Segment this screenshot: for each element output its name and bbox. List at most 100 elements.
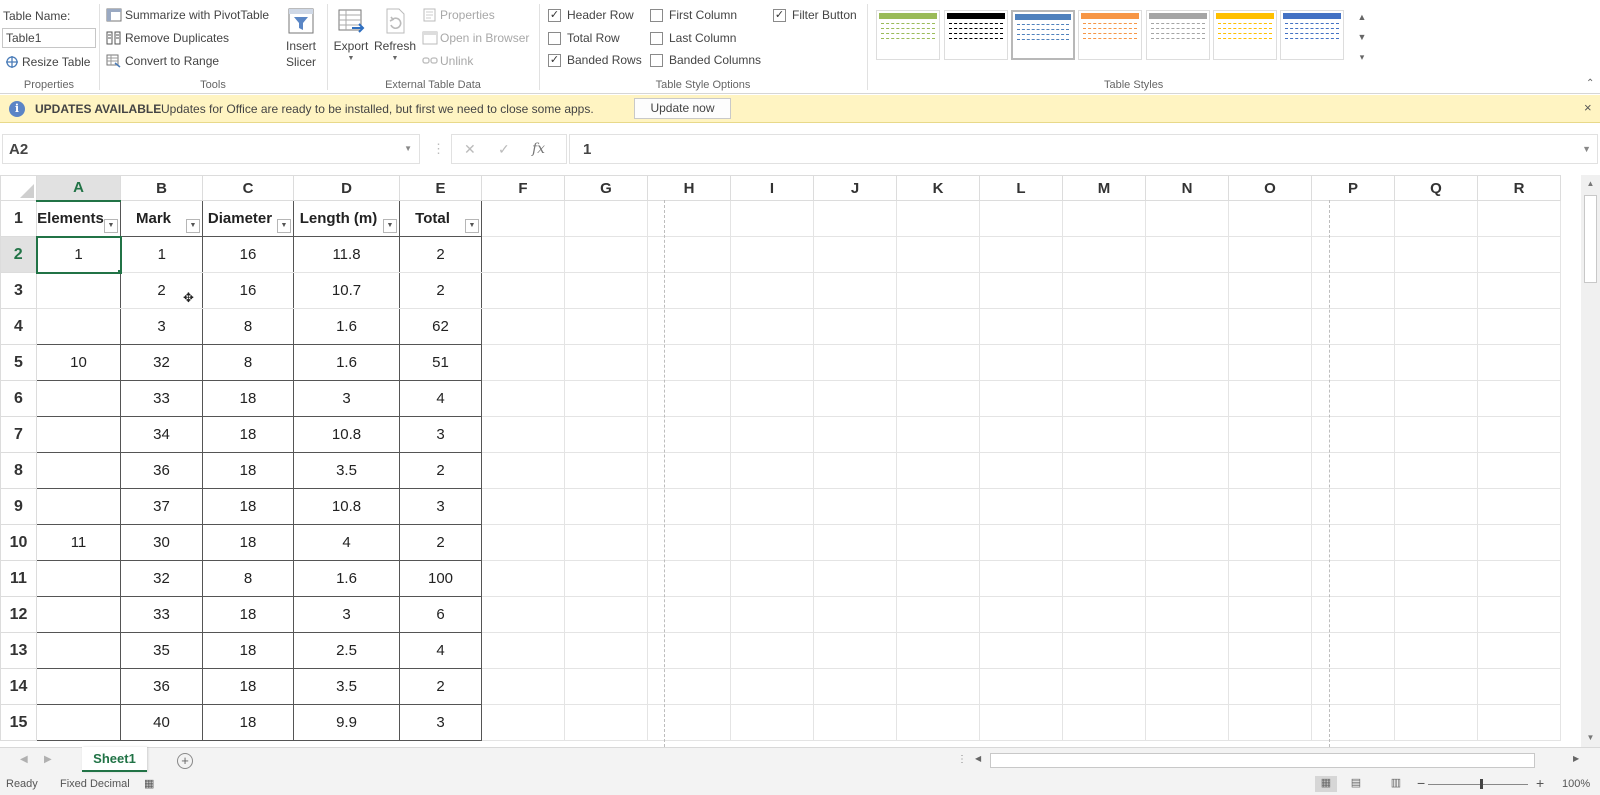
macro-record-icon[interactable]: ▦ xyxy=(144,777,154,790)
empty-cell[interactable] xyxy=(647,308,731,345)
empty-cell[interactable] xyxy=(1228,488,1312,525)
empty-cell[interactable] xyxy=(564,524,648,561)
empty-cell[interactable] xyxy=(730,596,814,633)
empty-cell[interactable] xyxy=(1228,524,1312,561)
empty-cell[interactable] xyxy=(730,452,814,489)
empty-cell[interactable] xyxy=(1145,524,1229,561)
row-header[interactable]: 13 xyxy=(0,632,37,669)
horizontal-scrollbar[interactable] xyxy=(990,753,1535,768)
empty-cell[interactable] xyxy=(896,452,980,489)
empty-cell[interactable] xyxy=(1311,560,1395,597)
empty-cell[interactable] xyxy=(979,452,1063,489)
empty-cell[interactable] xyxy=(896,308,980,345)
table-cell[interactable]: 4 xyxy=(293,524,400,561)
table-cell[interactable]: 6 xyxy=(399,596,482,633)
empty-cell[interactable] xyxy=(1228,380,1312,417)
table-cell[interactable]: 3.5 xyxy=(293,668,400,705)
empty-cell[interactable] xyxy=(1228,272,1312,309)
empty-cell[interactable] xyxy=(1062,524,1146,561)
row-header[interactable]: 6 xyxy=(0,380,37,417)
empty-cell[interactable] xyxy=(647,488,731,525)
empty-cell[interactable] xyxy=(979,704,1063,741)
table-style-swatch[interactable] xyxy=(1078,10,1142,60)
empty-cell[interactable] xyxy=(1145,596,1229,633)
table-cell[interactable]: 3 xyxy=(399,488,482,525)
filter-dropdown-icon[interactable]: ▼ xyxy=(277,219,291,233)
table-cell[interactable]: 32 xyxy=(120,560,203,597)
row-header[interactable]: 11 xyxy=(0,560,37,597)
insert-function-icon[interactable]: fx xyxy=(532,141,545,157)
row-header[interactable]: 5 xyxy=(0,344,37,381)
table-cell[interactable]: 11.8 xyxy=(293,236,400,273)
empty-cell[interactable] xyxy=(1311,668,1395,705)
table-cell[interactable]: 18 xyxy=(202,668,294,705)
empty-cell[interactable] xyxy=(813,380,897,417)
zoom-out-icon[interactable]: − xyxy=(1417,775,1425,791)
table-cell[interactable]: 36 xyxy=(120,452,203,489)
table-cell[interactable]: 16 xyxy=(202,236,294,273)
empty-cell[interactable] xyxy=(1394,380,1478,417)
empty-cell[interactable] xyxy=(1477,416,1561,453)
empty-cell[interactable] xyxy=(1145,272,1229,309)
table-style-swatch[interactable] xyxy=(1280,10,1344,60)
empty-cell[interactable] xyxy=(1311,596,1395,633)
empty-cell[interactable] xyxy=(730,236,814,273)
column-header[interactable]: F xyxy=(481,175,565,201)
empty-cell[interactable] xyxy=(564,200,648,237)
table-cell[interactable]: 18 xyxy=(202,704,294,741)
empty-cell[interactable] xyxy=(813,308,897,345)
unlink-button[interactable]: Unlink xyxy=(422,53,534,71)
empty-cell[interactable] xyxy=(1394,272,1478,309)
table-cell[interactable]: 18 xyxy=(202,452,294,489)
empty-cell[interactable] xyxy=(481,704,565,741)
table-cell[interactable]: 11 xyxy=(36,524,121,561)
empty-cell[interactable] xyxy=(979,632,1063,669)
empty-cell[interactable] xyxy=(1394,416,1478,453)
empty-cell[interactable] xyxy=(813,668,897,705)
table-cell[interactable] xyxy=(36,704,121,741)
empty-cell[interactable] xyxy=(481,236,565,273)
empty-cell[interactable] xyxy=(813,596,897,633)
gallery-scroll-down-icon[interactable]: ▼ xyxy=(1355,28,1369,46)
table-cell[interactable]: 18 xyxy=(202,632,294,669)
table-cell[interactable] xyxy=(36,560,121,597)
table-header-cell[interactable]: Total ▼ xyxy=(399,200,482,237)
column-header[interactable]: H xyxy=(647,175,731,201)
first-column-checkbox[interactable] xyxy=(650,9,663,22)
table-cell[interactable]: 37 xyxy=(120,488,203,525)
empty-cell[interactable] xyxy=(1394,236,1478,273)
table-header-cell[interactable]: Elements ▼ xyxy=(36,200,121,237)
empty-cell[interactable] xyxy=(730,704,814,741)
banded-rows-option[interactable]: ✓ Banded Rows xyxy=(548,52,642,70)
empty-cell[interactable] xyxy=(1145,236,1229,273)
empty-cell[interactable] xyxy=(564,632,648,669)
table-cell[interactable]: 3 xyxy=(293,380,400,417)
hscroll-right-icon[interactable]: ▶ xyxy=(1573,754,1579,763)
enter-icon[interactable]: ✓ xyxy=(498,141,510,158)
empty-cell[interactable] xyxy=(647,632,731,669)
empty-cell[interactable] xyxy=(1477,524,1561,561)
table-cell[interactable]: 33 xyxy=(120,380,203,417)
table-cell[interactable]: 1.6 xyxy=(293,308,400,345)
column-header[interactable]: Q xyxy=(1394,175,1478,201)
empty-cell[interactable] xyxy=(896,488,980,525)
empty-cell[interactable] xyxy=(481,380,565,417)
row-header[interactable]: 7 xyxy=(0,416,37,453)
empty-cell[interactable] xyxy=(1311,488,1395,525)
chevron-down-icon[interactable]: ▼ xyxy=(404,144,412,153)
table-cell[interactable]: 30 xyxy=(120,524,203,561)
formula-bar-resize-handle[interactable]: ⋮ xyxy=(432,141,445,157)
empty-cell[interactable] xyxy=(730,200,814,237)
worksheet-grid[interactable]: ABCDEFGHIJKLMNOPQR 1 Elements ▼ Mark ▼ Diamet… xyxy=(0,175,1580,747)
empty-cell[interactable] xyxy=(1062,200,1146,237)
empty-cell[interactable] xyxy=(1394,632,1478,669)
empty-cell[interactable] xyxy=(813,344,897,381)
empty-cell[interactable] xyxy=(481,272,565,309)
empty-cell[interactable] xyxy=(481,452,565,489)
empty-cell[interactable] xyxy=(1228,344,1312,381)
empty-cell[interactable] xyxy=(564,380,648,417)
table-cell[interactable]: 1 xyxy=(120,236,203,273)
column-header[interactable]: L xyxy=(979,175,1063,201)
column-header[interactable]: K xyxy=(896,175,980,201)
empty-cell[interactable] xyxy=(730,668,814,705)
